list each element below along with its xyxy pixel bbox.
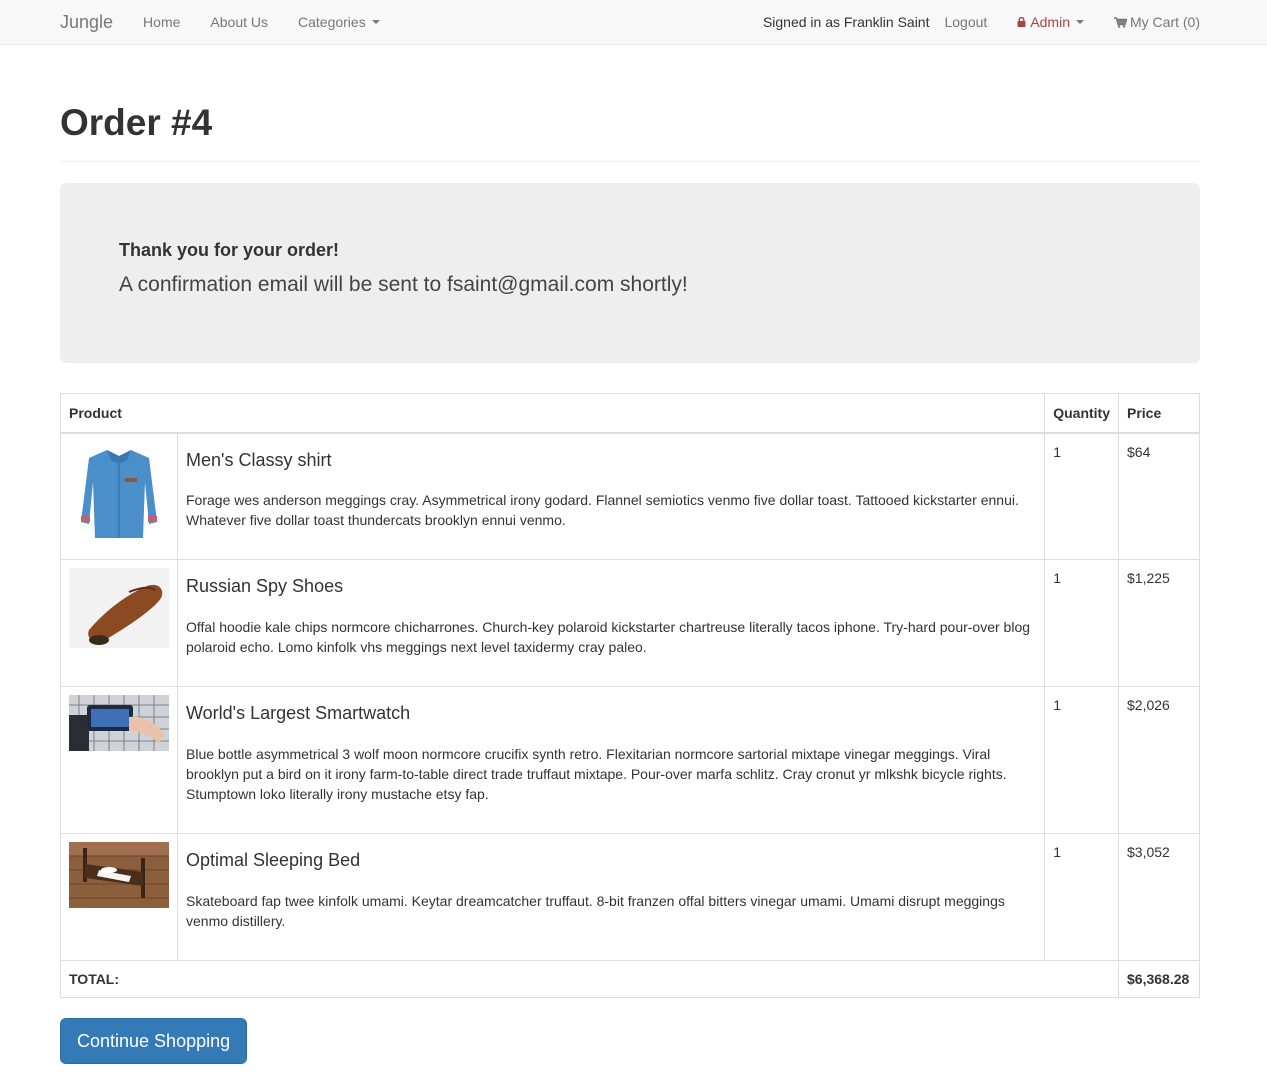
total-row: TOTAL: $6,368.28	[60, 960, 1200, 999]
product-name: Optimal Sleeping Bed	[186, 850, 361, 871]
nav-about-link[interactable]: About Us	[210, 14, 268, 30]
product-price: $1,225	[1118, 559, 1200, 688]
product-name: Men's Classy shirt	[186, 449, 332, 470]
confirmation-heading: Thank you for your order!	[119, 239, 340, 260]
page-title: Order #4	[60, 102, 213, 143]
chevron-down-icon	[371, 20, 380, 24]
table-row: Russian Spy Shoes Offal hoodie kale chip…	[60, 559, 1200, 688]
categories-label: Categories	[298, 14, 366, 30]
total-value: $6,368.28	[1118, 960, 1200, 999]
cart-label: My Cart (0)	[1130, 14, 1200, 30]
product-price: $64	[1118, 432, 1200, 561]
shirt-image	[69, 441, 169, 542]
cart-icon	[1114, 16, 1127, 28]
confirmation-message: A confirmation email will be sent to fsa…	[119, 272, 688, 296]
product-name: Russian Spy Shoes	[186, 576, 344, 597]
admin-dropdown[interactable]: Admin	[1017, 14, 1084, 30]
nav-home-link[interactable]: Home	[143, 14, 180, 30]
product-info-cell: Optimal Sleeping Bed Skateboard fap twee…	[176, 833, 1046, 962]
product-description: Blue bottle asymmetrical 3 wolf moon nor…	[186, 745, 1007, 802]
table-row: Men's Classy shirt Forage wes anderson m…	[60, 432, 1200, 561]
brand-link[interactable]: Jungle	[60, 12, 113, 33]
total-label: TOTAL:	[60, 960, 1119, 999]
lock-icon	[1017, 17, 1026, 27]
signed-in-text: Signed in as Franklin Saint	[762, 14, 930, 30]
product-description: Forage wes anderson meggings cray. Asymm…	[186, 492, 1019, 529]
product-price: $2,026	[1118, 686, 1200, 835]
smartwatch-image	[69, 695, 169, 752]
logout-link[interactable]: Logout	[944, 14, 987, 30]
order-confirmation-panel: Thank you for your order! A confirmation…	[60, 182, 1200, 363]
product-image-cell	[60, 686, 178, 835]
product-image-cell	[60, 432, 178, 561]
product-image-cell	[60, 559, 178, 688]
product-price: $3,052	[1118, 833, 1200, 962]
product-quantity: 1	[1044, 432, 1119, 561]
main-container: Order #4 Thank you for your order! A con…	[59, 45, 1200, 1065]
cart-link[interactable]: My Cart (0)	[1114, 14, 1200, 30]
nav-right: Signed in as Franklin Saint Logout Admin…	[763, 14, 1200, 30]
product-quantity: 1	[1044, 559, 1119, 688]
product-info-cell: Men's Classy shirt Forage wes anderson m…	[176, 432, 1046, 561]
product-info-cell: Russian Spy Shoes Offal hoodie kale chip…	[176, 559, 1046, 688]
price-column-header: Price	[1118, 392, 1200, 434]
product-description: Skateboard fap twee kinfolk umami. Keyta…	[186, 892, 1005, 929]
shoe-image	[69, 568, 169, 649]
product-name: World's Largest Smartwatch	[186, 703, 411, 724]
admin-label: Admin	[1030, 14, 1070, 30]
product-image-cell	[60, 833, 178, 962]
order-table: Product Quantity Price Men's Classy shir…	[59, 392, 1200, 999]
table-row: Optimal Sleeping Bed Skateboard fap twee…	[60, 833, 1200, 962]
page-header: Order #4	[60, 102, 1200, 162]
product-column-header: Product	[59, 392, 1046, 434]
navbar: Jungle Home About Us Categories Signed i…	[0, 0, 1267, 45]
product-description: Offal hoodie kale chips normcore chichar…	[186, 618, 1031, 655]
nav-categories-dropdown[interactable]: Categories	[298, 14, 380, 30]
quantity-column-header: Quantity	[1044, 392, 1119, 434]
product-info-cell: World's Largest Smartwatch Blue bottle a…	[176, 686, 1046, 835]
table-row: World's Largest Smartwatch Blue bottle a…	[60, 686, 1200, 835]
product-quantity: 1	[1044, 833, 1119, 962]
bed-image	[69, 842, 169, 909]
chevron-down-icon	[1076, 20, 1084, 24]
product-quantity: 1	[1044, 686, 1119, 835]
continue-shopping-button[interactable]: Continue Shopping	[60, 1018, 248, 1065]
